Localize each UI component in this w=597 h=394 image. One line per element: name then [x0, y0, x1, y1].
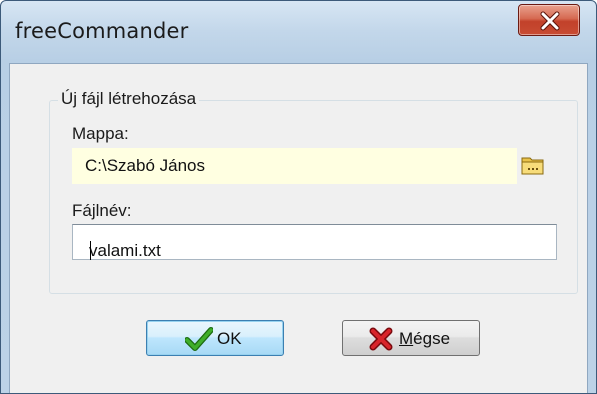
checkmark-icon	[185, 327, 213, 351]
filename-input[interactable]: valami.txt	[72, 224, 557, 260]
ok-label: OK	[217, 329, 242, 348]
window-title: freeCommander	[15, 19, 189, 43]
ok-button[interactable]: OK	[146, 320, 284, 356]
cancel-label: Mégse	[399, 329, 451, 348]
title-bar[interactable]: freeCommander	[1, 1, 596, 63]
close-button[interactable]	[518, 4, 580, 36]
red-x-icon	[369, 327, 393, 351]
browse-folder-button[interactable]	[521, 154, 545, 176]
text-caret	[90, 241, 91, 260]
dialog-client-area: Új fájl létrehozása Mappa: C:\Szabó Jáno…	[9, 63, 588, 393]
filename-label: Fájlnév:	[72, 201, 132, 220]
group-title: Új fájl létrehozása	[58, 89, 200, 109]
folder-label: Mappa:	[72, 124, 129, 143]
cancel-button[interactable]: Mégse	[342, 320, 480, 356]
close-icon	[540, 11, 560, 31]
folder-path-value: C:\Szabó János	[85, 156, 206, 175]
dialog-window: freeCommander Új fájl létrehozása Mappa:…	[0, 0, 597, 394]
folder-path-field: C:\Szabó János	[72, 148, 517, 184]
folder-icon	[521, 157, 544, 175]
